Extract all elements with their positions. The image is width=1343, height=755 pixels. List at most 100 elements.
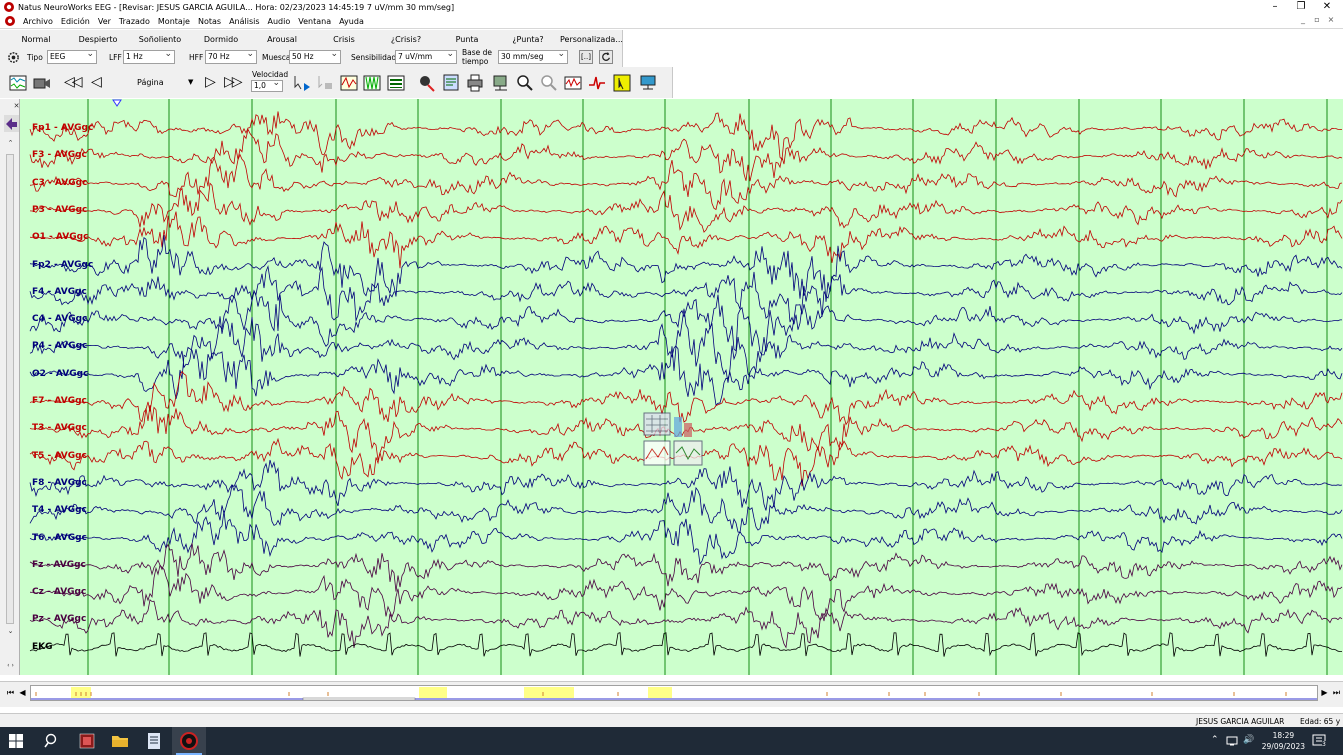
channel-label[interactable]: P4 - AVGgc: [32, 341, 87, 351]
menu-ver[interactable]: Ver: [94, 17, 115, 26]
event-normal-button[interactable]: Normal: [20, 35, 52, 44]
timeline-event-highlight[interactable]: [419, 687, 447, 698]
nav-next-icon[interactable]: ▶: [1320, 688, 1329, 697]
channel-label[interactable]: C3 - AVGgc: [32, 178, 87, 188]
channel-label[interactable]: Fz - AVGgc: [32, 560, 86, 570]
refresh-icon[interactable]: [599, 50, 613, 64]
taskbar-app-document-icon[interactable]: [143, 731, 165, 751]
scroll-down-icon[interactable]: ⌄: [4, 627, 17, 637]
video-camera-icon[interactable]: [32, 73, 52, 93]
scroll-up-icon[interactable]: ⌃: [4, 139, 17, 149]
cursor-play-icon[interactable]: [292, 73, 312, 93]
channel-label[interactable]: Fp2 - AVGgc: [32, 260, 93, 270]
marker-icon[interactable]: [315, 73, 335, 93]
tipo-select[interactable]: EEG: [47, 50, 97, 64]
next-page-icon[interactable]: ▷: [205, 74, 216, 90]
zoom-in-icon[interactable]: [515, 73, 535, 93]
menu-ventana[interactable]: Ventana: [294, 17, 335, 26]
timeline-event-highlight[interactable]: [648, 687, 672, 698]
channel-label[interactable]: O1 - AVGgc: [32, 232, 88, 242]
menu-archivo[interactable]: Archivo: [19, 17, 57, 26]
channel-label[interactable]: Fp1 - AVGgc: [32, 123, 93, 133]
taskbar-app-red-icon[interactable]: [76, 731, 98, 751]
active-app-highlight[interactable]: [172, 727, 206, 755]
tray-chevron-icon[interactable]: ⌃: [1211, 735, 1219, 745]
zoom-out-icon[interactable]: [539, 73, 559, 93]
channel-label[interactable]: T3 - AVGgc: [32, 423, 87, 433]
event-punta-question-button[interactable]: ¿Punta?: [511, 35, 545, 44]
last-page-icon[interactable]: ▷▷: [224, 74, 242, 90]
channel-label[interactable]: O2 - AVGgc: [32, 369, 88, 379]
eeg-trace-area[interactable]: Fp1 - AVGgc F3 - AVGgc C3 - AVGgc P3 - AVGg…: [20, 99, 1343, 675]
hff-select[interactable]: 70 Hz: [205, 50, 257, 64]
back-arrow-icon[interactable]: [4, 115, 19, 132]
page-dropdown-icon[interactable]: ▼: [188, 78, 193, 86]
menu-ayuda[interactable]: Ayuda: [335, 17, 368, 26]
channel-label[interactable]: Pz - AVGgc: [32, 614, 86, 624]
previous-page-icon[interactable]: ◁: [91, 74, 102, 90]
event-crisis-question-button[interactable]: ¿Crisis?: [389, 35, 423, 44]
channel-label[interactable]: C4 - AVGgc: [32, 314, 87, 324]
base-tiempo-select[interactable]: 30 mm/seg: [498, 50, 568, 64]
settings-gear-icon[interactable]: [7, 51, 20, 64]
timeline-event-highlight[interactable]: [524, 687, 574, 698]
scroll-left-right-icon[interactable]: ‹ ›: [4, 662, 17, 672]
channel-label[interactable]: P3 - AVGgc: [32, 205, 87, 215]
channel-label[interactable]: F7 - AVGgc: [32, 396, 87, 406]
channel-label[interactable]: Cz - AVGgc: [32, 587, 86, 597]
waveform-icon[interactable]: [563, 73, 583, 93]
timeline-position-thumb[interactable]: [302, 697, 416, 701]
patient-mapping-icon[interactable]: [416, 73, 436, 93]
menu-notas[interactable]: Notas: [194, 17, 225, 26]
nav-prev-icon[interactable]: ◀: [18, 688, 27, 697]
mdi-close-button[interactable]: ×: [1325, 15, 1337, 24]
event-sonoliento-button[interactable]: Soñoliento: [137, 35, 183, 44]
sensibilidad-select[interactable]: 7 uV/mm: [395, 50, 457, 64]
vertical-scrollbar[interactable]: [6, 154, 14, 624]
menu-analisis[interactable]: Análisis: [225, 17, 263, 26]
menu-audio[interactable]: Audio: [264, 17, 295, 26]
network-icon[interactable]: [491, 73, 511, 93]
event-dormido-button[interactable]: Dormido: [200, 35, 242, 44]
event-punta-button[interactable]: Punta: [453, 35, 481, 44]
volume-icon[interactable]: 🔊: [1243, 735, 1254, 745]
menu-montaje[interactable]: Montaje: [154, 17, 194, 26]
channel-label[interactable]: T6 - AVGgc: [32, 533, 87, 543]
seizure-detect-icon[interactable]: [362, 73, 382, 93]
taskbar-clock[interactable]: 18:29 29/09/2023: [1262, 730, 1305, 752]
computer-icon[interactable]: [638, 73, 658, 93]
event-despierto-button[interactable]: Despierto: [78, 35, 118, 44]
time-marker-icon[interactable]: [112, 99, 122, 107]
document-icon[interactable]: [4, 15, 16, 27]
search-icon[interactable]: [42, 731, 64, 751]
close-button[interactable]: ✕: [1315, 0, 1339, 14]
channel-label[interactable]: F3 - AVGgc: [32, 150, 87, 160]
windows-start-icon[interactable]: [8, 733, 24, 749]
file-explorer-icon[interactable]: [109, 731, 131, 751]
velocidad-spinner[interactable]: 1,0: [251, 80, 283, 92]
menu-edicion[interactable]: Edición: [57, 17, 94, 26]
nav-last-icon[interactable]: ⏭: [1332, 688, 1341, 698]
restore-button[interactable]: ❐: [1289, 0, 1313, 14]
muesca-select[interactable]: 50 Hz: [289, 50, 341, 64]
nav-first-icon[interactable]: ⏮: [6, 688, 15, 698]
lff-select[interactable]: 1 Hz: [123, 50, 175, 64]
channel-label[interactable]: EKG: [32, 642, 53, 652]
channel-label[interactable]: F4 - AVGgc: [32, 287, 87, 297]
first-page-icon[interactable]: ◁◁: [64, 74, 82, 90]
pointer-icon[interactable]: [612, 73, 632, 93]
network-tray-icon[interactable]: [1226, 736, 1238, 746]
minimize-button[interactable]: –: [1263, 0, 1287, 14]
event-arousal-button[interactable]: Arousal: [264, 35, 300, 44]
print-icon[interactable]: [465, 73, 485, 93]
event-personalizada-button[interactable]: Personalizada...: [560, 35, 623, 44]
mdi-restore-button[interactable]: ▫: [1311, 15, 1323, 24]
channel-label[interactable]: T4 - AVGgc: [32, 505, 87, 515]
mdi-minimize-button[interactable]: _: [1297, 15, 1309, 24]
report-view-icon[interactable]: [441, 73, 461, 93]
navigation-timeline[interactable]: [30, 685, 1318, 701]
spike-detect-icon[interactable]: [339, 73, 359, 93]
bracket-button[interactable]: [..]: [579, 50, 593, 64]
spike-icon[interactable]: [587, 73, 607, 93]
event-crisis-button[interactable]: Crisis: [330, 35, 358, 44]
